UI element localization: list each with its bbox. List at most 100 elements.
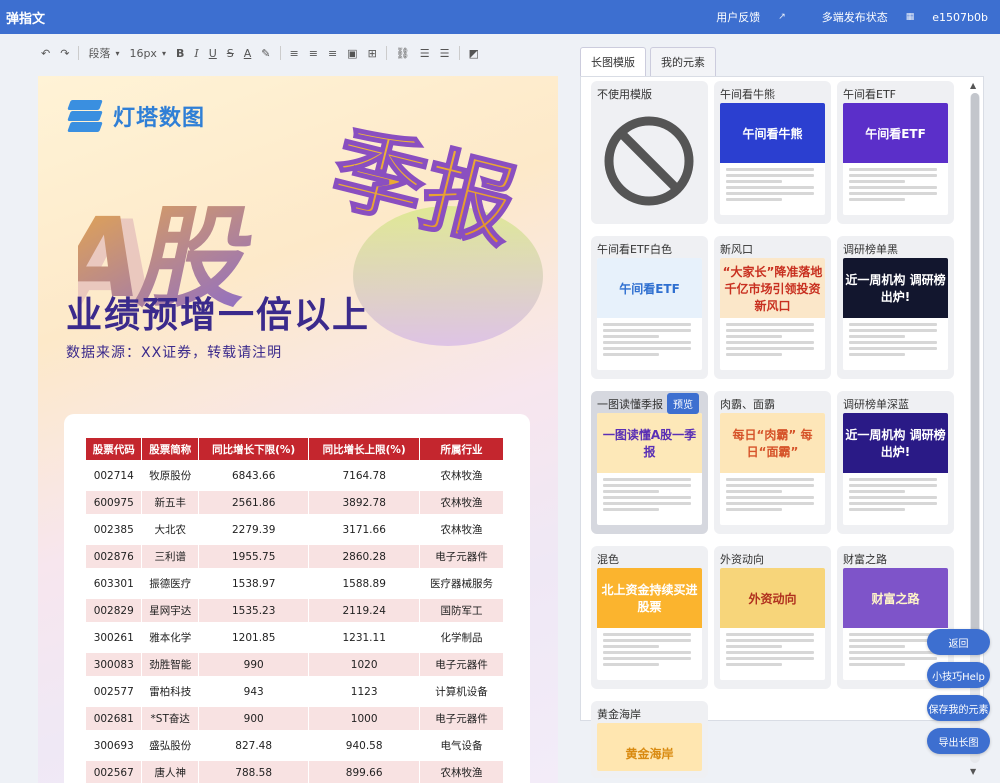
- help-button[interactable]: 小技巧Help: [927, 662, 990, 688]
- table-cell: 300083: [86, 653, 143, 676]
- table-cell: 899.66: [309, 761, 420, 783]
- template-thumbnail-banner: 财富之路: [843, 568, 948, 628]
- align-center-icon[interactable]: ≡: [309, 47, 318, 60]
- table-cell: 国防军工: [419, 599, 504, 622]
- undo-icon[interactable]: ↶: [41, 47, 50, 60]
- table-row: 300083 劲胜智能 990 1020 电子元器件: [86, 653, 504, 676]
- template-tile[interactable]: 肉霸、面霸每日“肉霸” 每日“面霸”: [714, 391, 831, 534]
- template-tile[interactable]: 不使用模版: [591, 81, 708, 224]
- template-tile[interactable]: 午间看ETF白色 午间看ETF: [591, 236, 708, 379]
- table-header-cell: 股票代码: [86, 438, 143, 460]
- font-size-select[interactable]: 16px ▾: [129, 47, 166, 60]
- table-cell: 827.48: [199, 734, 310, 757]
- bold-icon[interactable]: B: [176, 47, 184, 60]
- align-left-icon[interactable]: ≡: [290, 47, 299, 60]
- ordered-list-icon[interactable]: ☰: [420, 47, 430, 60]
- table-cell: 300261: [86, 626, 143, 649]
- app-title[interactable]: 弹指文: [6, 8, 45, 27]
- scroll-down-icon[interactable]: ▼: [970, 767, 976, 776]
- table-cell: 002567: [86, 761, 143, 783]
- scrollbar-thumb[interactable]: [971, 93, 979, 653]
- table-header-row: 股票代码 股票简称 同比增长下限(%) 同比增长上限(%) 所属行业: [86, 438, 504, 460]
- back-button[interactable]: 返回: [927, 629, 990, 655]
- table-cell: 3892.78: [309, 491, 420, 514]
- strikethrough-icon[interactable]: S: [227, 47, 234, 60]
- paragraph-select[interactable]: 段落 ▾: [88, 45, 119, 61]
- grid-icon: ▦: [905, 12, 915, 22]
- table-cell: 002876: [86, 545, 143, 568]
- table-cell: 2561.86: [198, 491, 310, 514]
- bullet-list-icon[interactable]: ☰: [440, 47, 450, 60]
- template-tile[interactable]: 午间看牛熊 午间看牛熊: [714, 81, 831, 224]
- template-tile[interactable]: 调研榜单深蓝 近一周机构 调研榜出炉!: [837, 391, 954, 534]
- table-cell: *ST奋达: [142, 707, 199, 730]
- template-tile[interactable]: 外资动向 外资动向: [714, 546, 831, 689]
- table-row: 300261 雅本化学 1201.85 1231.11 化学制品: [86, 626, 504, 649]
- table-cell: 2860.28: [309, 545, 420, 568]
- table-cell: 农林牧渔: [420, 464, 504, 487]
- publish-status-link[interactable]: 多端发布状态 ▦: [804, 9, 915, 25]
- table-cell: 1588.89: [309, 572, 420, 595]
- table-cell: 300693: [86, 734, 143, 757]
- table-cell: 牧原股份: [142, 464, 199, 487]
- table-cell: 三利谱: [142, 545, 199, 568]
- preview-button[interactable]: 预览: [667, 393, 699, 414]
- redo-icon[interactable]: ↷: [60, 47, 69, 60]
- fullscreen-icon[interactable]: ◩: [469, 47, 479, 60]
- scroll-up-icon[interactable]: ▲: [970, 81, 976, 90]
- table-cell: 900: [198, 707, 310, 730]
- italic-icon[interactable]: I: [194, 47, 198, 60]
- table-cell: 农林牧渔: [419, 491, 504, 514]
- template-title: 财富之路: [843, 553, 887, 566]
- table-cell: 电子元器件: [419, 653, 504, 676]
- tab-my-elements[interactable]: 我的元素: [650, 47, 716, 76]
- table-row: 002829 星网宇达 1535.23 2119.24 国防军工: [86, 599, 504, 622]
- table-cell: 1231.11: [309, 626, 420, 649]
- template-tile[interactable]: 黄金海岸 黄金海岸: [591, 701, 708, 778]
- template-thumbnail-text-lines: [720, 473, 825, 519]
- table-icon[interactable]: ⊞: [368, 47, 377, 60]
- font-color-icon[interactable]: A: [244, 47, 252, 60]
- template-tile[interactable]: 午间看ETF 午间看ETF: [837, 81, 954, 224]
- document-canvas[interactable]: 灯塔数图 A A股 季报 业绩预增一倍以上 数据来源：XX证券，转载请注明 股票…: [38, 76, 558, 783]
- divider: [385, 46, 387, 60]
- underline-icon[interactable]: U: [209, 47, 217, 60]
- subheadline[interactable]: 数据来源：XX证券，转载请注明: [66, 342, 282, 362]
- template-thumbnail: 午间看ETF: [843, 103, 948, 215]
- template-panel: 长图模版 我的元素 ▲ ▼ 不使用模版 午间看牛熊 午间看牛熊 午间看ETF 午间看ET…: [580, 46, 984, 783]
- table-cell: 雅本化学: [142, 626, 199, 649]
- template-thumbnail-text-lines: [597, 473, 702, 519]
- template-tile[interactable]: 混色 北上资金持续买进股票: [591, 546, 708, 689]
- headline[interactable]: 业绩预增一倍以上: [66, 286, 370, 338]
- template-title: 黄金海岸: [597, 708, 641, 721]
- align-right-icon[interactable]: ≡: [328, 47, 337, 60]
- template-thumbnail-banner: 外资动向: [720, 568, 825, 628]
- link-icon[interactable]: ⛓: [396, 47, 410, 60]
- font-size-label: 16px: [129, 46, 157, 60]
- table-row: 002681 *ST奋达 900 1000 电子元器件: [86, 707, 504, 730]
- template-thumbnail: 每日“肉霸” 每日“面霸”: [720, 413, 825, 525]
- stock-table[interactable]: 股票代码 股票简称 同比增长下限(%) 同比增长上限(%) 所属行业 002714 牧原股…: [86, 434, 504, 783]
- feedback-link[interactable]: 用户反馈 ↗: [698, 9, 786, 25]
- table-cell: 1201.85: [199, 626, 310, 649]
- table-cell: 雷柏科技: [142, 680, 199, 703]
- template-gallery[interactable]: ▲ ▼ 不使用模版 午间看牛熊 午间看牛熊 午间看ETF 午间看ETF 午间看ETF白色午…: [580, 76, 984, 778]
- template-thumbnail-banner: 午间看ETF: [843, 103, 948, 163]
- template-thumbnail-banner: 近一周机构 调研榜出炉!: [843, 413, 948, 473]
- table-cell: 990: [198, 653, 310, 676]
- template-tile[interactable]: 新风口 “大家长”降准落地 千亿市场引领投资新风口: [714, 236, 831, 379]
- export-image-button[interactable]: 导出长图: [927, 728, 990, 754]
- table-row: 603301 振德医疗 1538.97 1588.89 医疗器械服务: [86, 572, 504, 595]
- template-thumbnail: 午间看ETF: [597, 258, 702, 370]
- template-thumbnail-text-lines: [843, 473, 948, 519]
- template-title: 肉霸、面霸: [720, 398, 775, 411]
- template-tile[interactable]: 调研榜单黑 近一周机构 调研榜出炉!: [837, 236, 954, 379]
- user-id[interactable]: e1507b0b: [932, 11, 988, 24]
- highlight-icon[interactable]: ✎: [261, 47, 270, 60]
- image-icon[interactable]: ▣: [347, 47, 357, 60]
- tab-long-image-templates[interactable]: 长图模版: [580, 47, 646, 76]
- template-thumbnail: [597, 103, 702, 215]
- template-tile[interactable]: 一图读懂季报 一图读懂A股一季报 预览: [591, 391, 708, 534]
- save-elements-button[interactable]: 保存我的元素: [927, 695, 990, 721]
- table-header-cell: 同比增长上限(%): [309, 438, 420, 460]
